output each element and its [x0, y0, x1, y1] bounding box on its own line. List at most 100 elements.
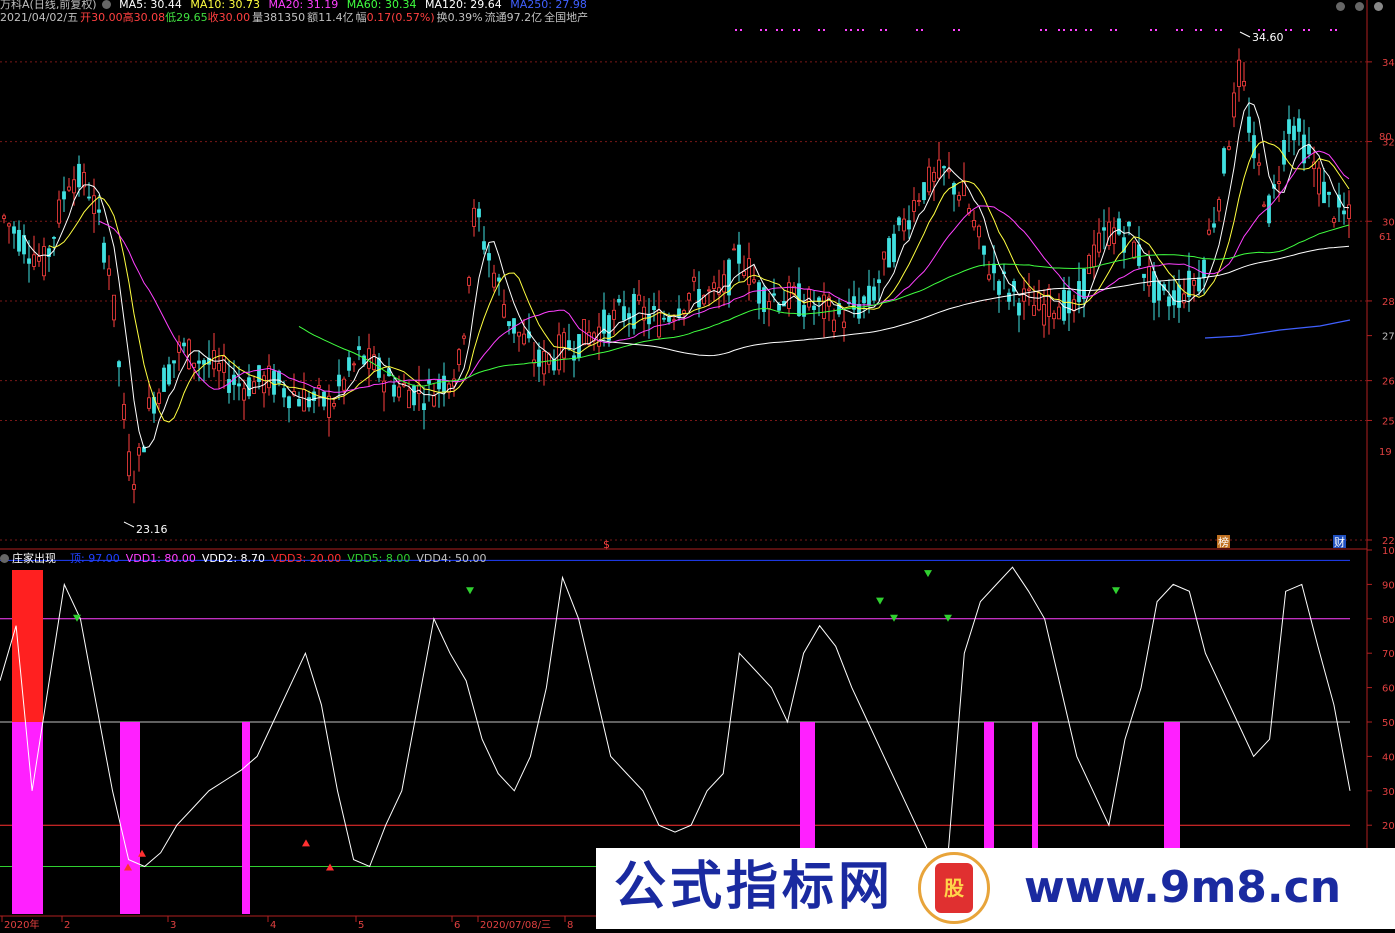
- candle-body-150: [752, 279, 756, 283]
- candle-body-101: [507, 321, 511, 327]
- legend-item-2: VDD2: 8.70: [201, 552, 266, 565]
- legend-item-0: 顶: 97.00: [70, 552, 120, 565]
- candle-body-215: [1077, 281, 1081, 303]
- candle-body-123: [617, 299, 621, 303]
- candle-body-103: [517, 331, 521, 337]
- dropdown-icon[interactable]: [101, 0, 111, 9]
- signal-dot-b-0: [740, 29, 742, 31]
- candle-body-151: [757, 282, 761, 304]
- candle-body-48: [242, 388, 246, 401]
- ma60-label: MA60: 30.34: [346, 0, 417, 11]
- candle-body-183: [917, 200, 921, 202]
- candle-body-63: [317, 385, 321, 389]
- signal-dot-b-22: [1335, 29, 1337, 31]
- candle-body-84: [422, 403, 426, 411]
- candle-body-87: [437, 379, 441, 390]
- candle-body-225: [1127, 221, 1131, 227]
- date-label-1: 2: [64, 920, 70, 929]
- legend-item-1: VDD1: 80.00: [125, 552, 196, 565]
- candle-body-20: [102, 242, 106, 263]
- signal-dot-b-4: [823, 29, 825, 31]
- candle-body-91: [457, 349, 461, 366]
- ind-axis-label-8: 20: [1382, 821, 1395, 832]
- candle-body-203: [1017, 302, 1021, 316]
- ind-axis-label-2: 80: [1382, 615, 1395, 626]
- signal-dot-20: [1285, 29, 1287, 31]
- buy-arrow-2: [302, 839, 310, 847]
- candle-body-257: [1287, 119, 1291, 134]
- candle-body-59: [297, 399, 301, 407]
- candle-body-107: [537, 349, 541, 367]
- candle-body-217: [1087, 255, 1091, 275]
- candle-body-239: [1197, 277, 1201, 292]
- candle-body-42: [212, 350, 216, 370]
- candle-body-191: [957, 195, 961, 201]
- signal-dot-b-7: [885, 29, 887, 31]
- signal-bar-red: [12, 570, 43, 722]
- signal-dot-b-6: [862, 29, 864, 31]
- candle-body-205: [1027, 288, 1031, 291]
- indicator-name[interactable]: 庄家出现: [12, 552, 56, 565]
- candle-body-32: [162, 367, 166, 392]
- signal-dot-b-15: [1155, 29, 1157, 31]
- quote-row: 2021/04/02/五 开30.00高30.08低29.65收30.00 量381…: [0, 11, 593, 25]
- candle-body-241: [1207, 229, 1211, 235]
- signal-dot-18: [1215, 29, 1217, 31]
- event-marker-s: $: [603, 538, 610, 551]
- candle-body-70: [352, 363, 356, 366]
- candle-body-149: [747, 258, 751, 286]
- float-label: 流通: [484, 11, 507, 24]
- settings-icon[interactable]: [1374, 2, 1383, 11]
- candle-body-99: [497, 277, 501, 282]
- candle-body-195: [977, 225, 981, 238]
- candle-body-24: [122, 404, 126, 420]
- candle-body-104: [522, 333, 526, 345]
- signal-dot-4: [818, 29, 820, 31]
- candle-body-178: [892, 233, 896, 263]
- watermark-left-text: 公式指标网: [614, 857, 895, 917]
- candle-body-139: [697, 289, 701, 308]
- candle-body-255: [1277, 181, 1281, 184]
- change-label: 幅: [355, 11, 367, 24]
- close-label: 收: [207, 11, 219, 24]
- candle-body-249: [1247, 116, 1251, 133]
- zoom-in-icon[interactable]: [1355, 2, 1364, 11]
- signal-dot-b-5: [850, 29, 852, 31]
- candle-body-177: [887, 238, 891, 268]
- axis-sub-label-1: 61: [1379, 232, 1392, 243]
- candle-body-230: [1152, 271, 1156, 303]
- candle-body-85: [427, 379, 431, 384]
- zoom-out-icon[interactable]: [1336, 2, 1345, 11]
- candle-body-135: [677, 308, 681, 318]
- signal-dot-b-10: [1045, 29, 1047, 31]
- candle-body-132: [662, 317, 666, 320]
- stock-name[interactable]: 万科A(日线,前复权): [0, 0, 97, 11]
- signal-dot-12: [1070, 29, 1072, 31]
- close-value: 30.00: [218, 11, 251, 24]
- candle-body-233: [1167, 296, 1171, 307]
- candle-body-199: [997, 281, 1001, 295]
- signal-dot-b-18: [1220, 29, 1222, 31]
- vdd2-line: [0, 566, 1351, 868]
- signal-bar-magenta-2: [242, 722, 250, 914]
- candle-body-64: [322, 391, 326, 407]
- candle-body-238: [1192, 280, 1196, 286]
- indicator-toggle-icon[interactable]: [0, 554, 9, 563]
- sector-label[interactable]: 全国地产: [544, 11, 588, 24]
- candle-body-245: [1227, 146, 1231, 150]
- signal-dot-16: [1176, 29, 1178, 31]
- candle-body-235: [1177, 284, 1181, 308]
- ind-axis-label-5: 50: [1382, 718, 1395, 729]
- signal-dot-1: [760, 29, 762, 31]
- signal-dot-8: [916, 29, 918, 31]
- candle-body-253: [1267, 195, 1271, 224]
- candle-body-31: [157, 392, 161, 404]
- amount-value: 11.4亿: [318, 11, 354, 24]
- date-label-6: 2020/07/08/三: [480, 920, 551, 929]
- low-value: 29.65: [176, 11, 208, 24]
- sell-arrow-2: [876, 597, 884, 605]
- candle-body-174: [872, 286, 876, 301]
- candle-body-54: [272, 370, 276, 395]
- sell-arrow-6: [1112, 587, 1120, 595]
- candle-body-61: [307, 397, 311, 408]
